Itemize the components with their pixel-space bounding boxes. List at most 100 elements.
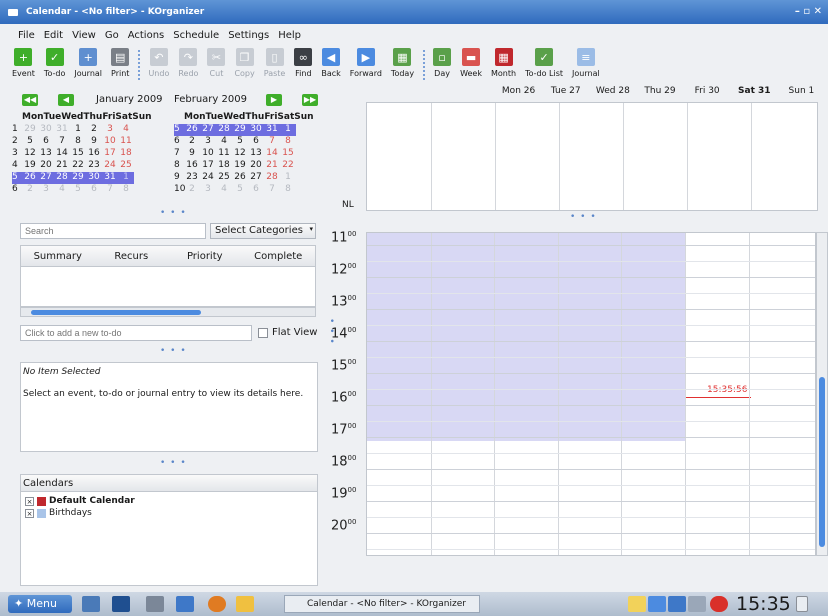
day-cell[interactable]: 17	[102, 148, 118, 160]
new-event-button[interactable]: + Event	[12, 48, 35, 78]
day-cell[interactable]: 29	[232, 124, 248, 136]
day-cell[interactable]: 11	[216, 148, 232, 160]
day-cell[interactable]: 7	[54, 136, 70, 148]
flat-view-checkbox[interactable]	[258, 328, 268, 338]
day-cell[interactable]: 14	[54, 148, 70, 160]
day-cell[interactable]: 26	[22, 172, 38, 184]
day-cell[interactable]: 4	[216, 136, 232, 148]
week-row[interactable]: 1 29 30 31 1 2 3 4	[12, 124, 134, 136]
day-cell[interactable]: 19	[22, 160, 38, 172]
month-label-february[interactable]: February 2009	[174, 94, 247, 105]
week-row[interactable]: 62345678	[174, 136, 296, 148]
prev-year-button[interactable]: ◀◀	[22, 94, 38, 106]
day-cell[interactable]: 28	[216, 124, 232, 136]
day-cell[interactable]: 27	[38, 172, 54, 184]
all-day-area[interactable]	[366, 102, 818, 211]
prev-month-button[interactable]: ◀	[58, 94, 74, 106]
scroll-thumb[interactable]	[31, 310, 201, 315]
day-cell[interactable]: 3	[102, 124, 118, 136]
calendar-item-birthdays[interactable]: × Birthdays	[25, 508, 92, 518]
day-cell[interactable]: 15	[70, 148, 86, 160]
day-cell[interactable]: 20	[38, 160, 54, 172]
day-cell[interactable]: 14	[264, 148, 280, 160]
day-header[interactable]: Sun 1	[778, 86, 825, 98]
day-cell[interactable]: 21	[54, 160, 70, 172]
day-cell[interactable]: 5	[22, 136, 38, 148]
copy-button[interactable]: ❐ Copy	[234, 48, 255, 78]
day-cell[interactable]: 18	[216, 160, 232, 172]
today-button[interactable]: ▦ Today	[391, 48, 414, 78]
firefox-icon[interactable]	[208, 596, 226, 612]
calendar-item-default[interactable]: × Default Calendar	[25, 496, 135, 506]
day-cell[interactable]: 22	[280, 160, 296, 172]
col-recurs[interactable]: Recurs	[95, 251, 169, 262]
print-button[interactable]: ▤ Print	[111, 48, 129, 78]
calendar-checkbox[interactable]: ×	[25, 508, 34, 518]
day-cell[interactable]: 8	[280, 136, 296, 148]
day-cell[interactable]: 7	[102, 184, 118, 196]
day-cell[interactable]: 15	[280, 148, 296, 160]
col-priority[interactable]: Priority	[168, 251, 242, 262]
tray-network-icon[interactable]	[648, 596, 666, 612]
day-cell[interactable]: 26	[184, 124, 200, 136]
day-header[interactable]: Sat 31	[731, 86, 778, 98]
day-cell[interactable]: 6	[38, 136, 54, 148]
day-cell[interactable]: 30	[86, 172, 102, 184]
day-cell[interactable]: 8	[70, 136, 86, 148]
agenda-vertical-scrollbar[interactable]	[816, 232, 828, 556]
redo-button[interactable]: ↷ Redo	[178, 48, 198, 78]
week-row[interactable]: 8 16 17 18 19 20 21 22	[174, 160, 296, 172]
day-cell[interactable]: 8	[118, 184, 134, 196]
day-cell[interactable]: 31	[264, 124, 280, 136]
day-cell[interactable]: 9	[86, 136, 102, 148]
search-input[interactable]	[20, 223, 206, 239]
week-row[interactable]: 3 12 13 14 15 16 17 18	[12, 148, 134, 160]
month-grid-january[interactable]: 1 29 30 31 1 2 3 4 2 5 6 7 8 9 10 11 3 12 13 14 15 16 17 18 4 19 2…	[12, 124, 134, 196]
select-categories-button[interactable]: Select Categories ▾	[210, 223, 316, 239]
day-cell[interactable]: 22	[70, 160, 86, 172]
day-cell[interactable]: 6	[248, 136, 264, 148]
day-cell[interactable]: 27	[248, 172, 264, 184]
day-cell[interactable]: 9	[184, 148, 200, 160]
cut-button[interactable]: ✂ Cut	[207, 48, 226, 78]
calendar-checkbox[interactable]: ×	[25, 496, 34, 506]
splitter-handle[interactable]: • • •	[160, 346, 187, 356]
month-view-button[interactable]: ▦ Month	[491, 48, 516, 78]
day-cell[interactable]: 1	[118, 172, 134, 184]
day-cell[interactable]: 31	[102, 172, 118, 184]
new-journal-button[interactable]: + Journal	[74, 48, 102, 78]
day-cell[interactable]: 2	[22, 184, 38, 196]
todo-list-button[interactable]: ✓ To-do List	[525, 48, 563, 78]
find-button[interactable]: ∞ Find	[294, 48, 313, 78]
desktop-icon[interactable]	[82, 596, 100, 612]
window-controls[interactable]: – ▫ ✕	[795, 6, 822, 17]
day-cell[interactable]: 3	[200, 136, 216, 148]
network-icon[interactable]	[176, 596, 194, 612]
tray-update-icon[interactable]	[710, 596, 728, 612]
col-summary[interactable]: Summary	[21, 251, 95, 262]
day-cell[interactable]: 3	[200, 184, 216, 196]
day-cell[interactable]: 23	[184, 172, 200, 184]
splitter-handle[interactable]: • • •	[570, 212, 597, 222]
day-cell[interactable]: 24	[102, 160, 118, 172]
month-label-january[interactable]: January 2009	[96, 94, 163, 105]
day-header[interactable]: Tue 27	[542, 86, 589, 98]
day-cell[interactable]: 5	[232, 184, 248, 196]
agenda-grid[interactable]: 15:35:56	[366, 232, 816, 556]
day-cell[interactable]: 2	[86, 124, 102, 136]
journal-view-button[interactable]: ≡ Journal	[572, 48, 600, 78]
day-cell[interactable]: 29	[70, 172, 86, 184]
forward-button[interactable]: ▶ Forward	[350, 48, 382, 78]
day-cell[interactable]: 1	[280, 172, 296, 184]
day-cell[interactable]: 26	[232, 172, 248, 184]
next-year-button[interactable]: ▶▶	[302, 94, 318, 106]
next-month-button[interactable]: ▶	[266, 94, 282, 106]
day-cell[interactable]: 10	[102, 136, 118, 148]
pager-icon[interactable]	[236, 596, 254, 612]
paste-button[interactable]: ▯ Paste	[264, 48, 285, 78]
day-cell[interactable]: 4	[54, 184, 70, 196]
week-row[interactable]: 2 5 6 7 8 9 10 11	[12, 136, 134, 148]
day-cell[interactable]: 30	[248, 124, 264, 136]
back-button[interactable]: ◀ Back	[321, 48, 341, 78]
day-cell[interactable]: 29	[22, 124, 38, 136]
